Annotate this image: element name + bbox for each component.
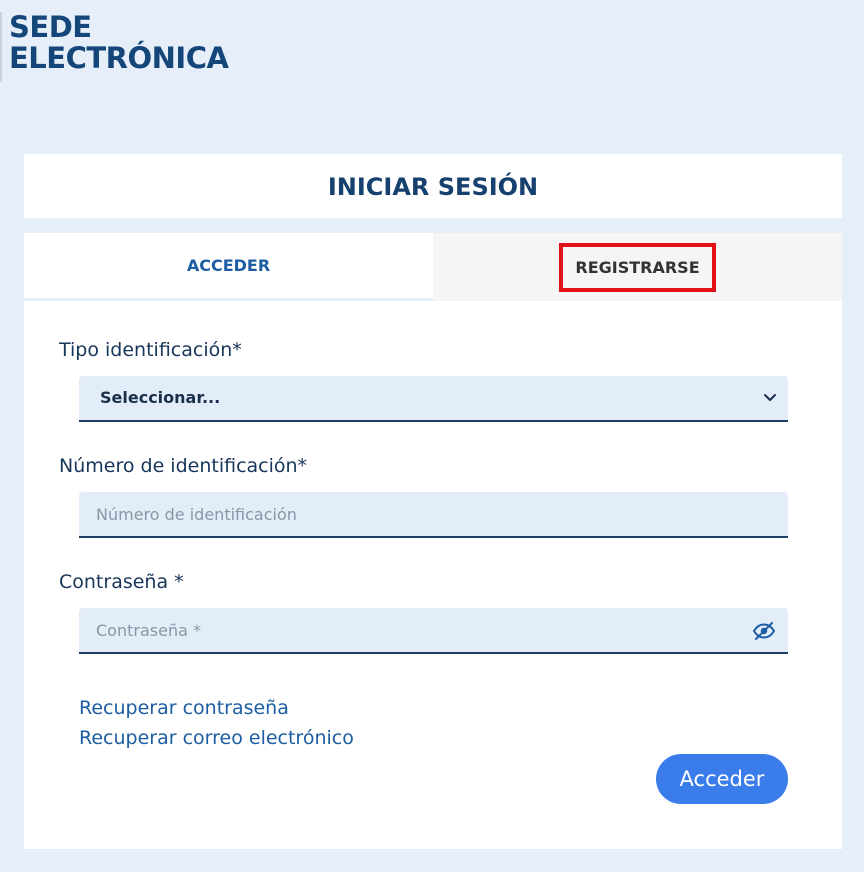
sede-electronica-logo[interactable]: SEDE ELECTRÓNICA (9, 10, 229, 75)
contrasena-input[interactable] (79, 608, 739, 652)
contrasena-label: Contraseña * (59, 571, 184, 593)
tab-acceder[interactable]: ACCEDER (24, 233, 433, 301)
chevron-down-icon (764, 394, 776, 401)
tipo-identificacion-select[interactable]: Seleccionar... (79, 376, 788, 422)
tipo-identificacion-value: Seleccionar... (100, 388, 221, 407)
page-title: INICIAR SESIÓN (327, 173, 539, 201)
login-card: INICIAR SESIÓN ACCEDER REGISTRARSE Tipo … (24, 154, 842, 849)
recuperar-contrasena-link[interactable]: Recuperar contraseña (79, 697, 289, 719)
numero-identificacion-label: Número de identificación* (59, 455, 308, 477)
tab-registrarse-label: REGISTRARSE (559, 242, 716, 292)
logo-line-2: ELECTRÓNICA (9, 41, 229, 75)
eye-slash-icon[interactable] (752, 621, 776, 641)
recuperar-correo-link[interactable]: Recuperar correo electrónico (79, 727, 354, 749)
acceder-button[interactable]: Acceder (656, 754, 788, 804)
tipo-identificacion-label: Tipo identificación* (59, 339, 242, 361)
logo-divider (0, 12, 2, 82)
auth-tabs: ACCEDER REGISTRARSE (24, 233, 842, 301)
numero-identificacion-input[interactable] (79, 492, 788, 538)
tab-acceder-label: ACCEDER (186, 256, 271, 275)
logo-line-1: SEDE (9, 10, 92, 44)
tab-registrarse[interactable]: REGISTRARSE (433, 233, 842, 301)
contrasena-field (79, 608, 788, 654)
title-separator (24, 218, 842, 233)
